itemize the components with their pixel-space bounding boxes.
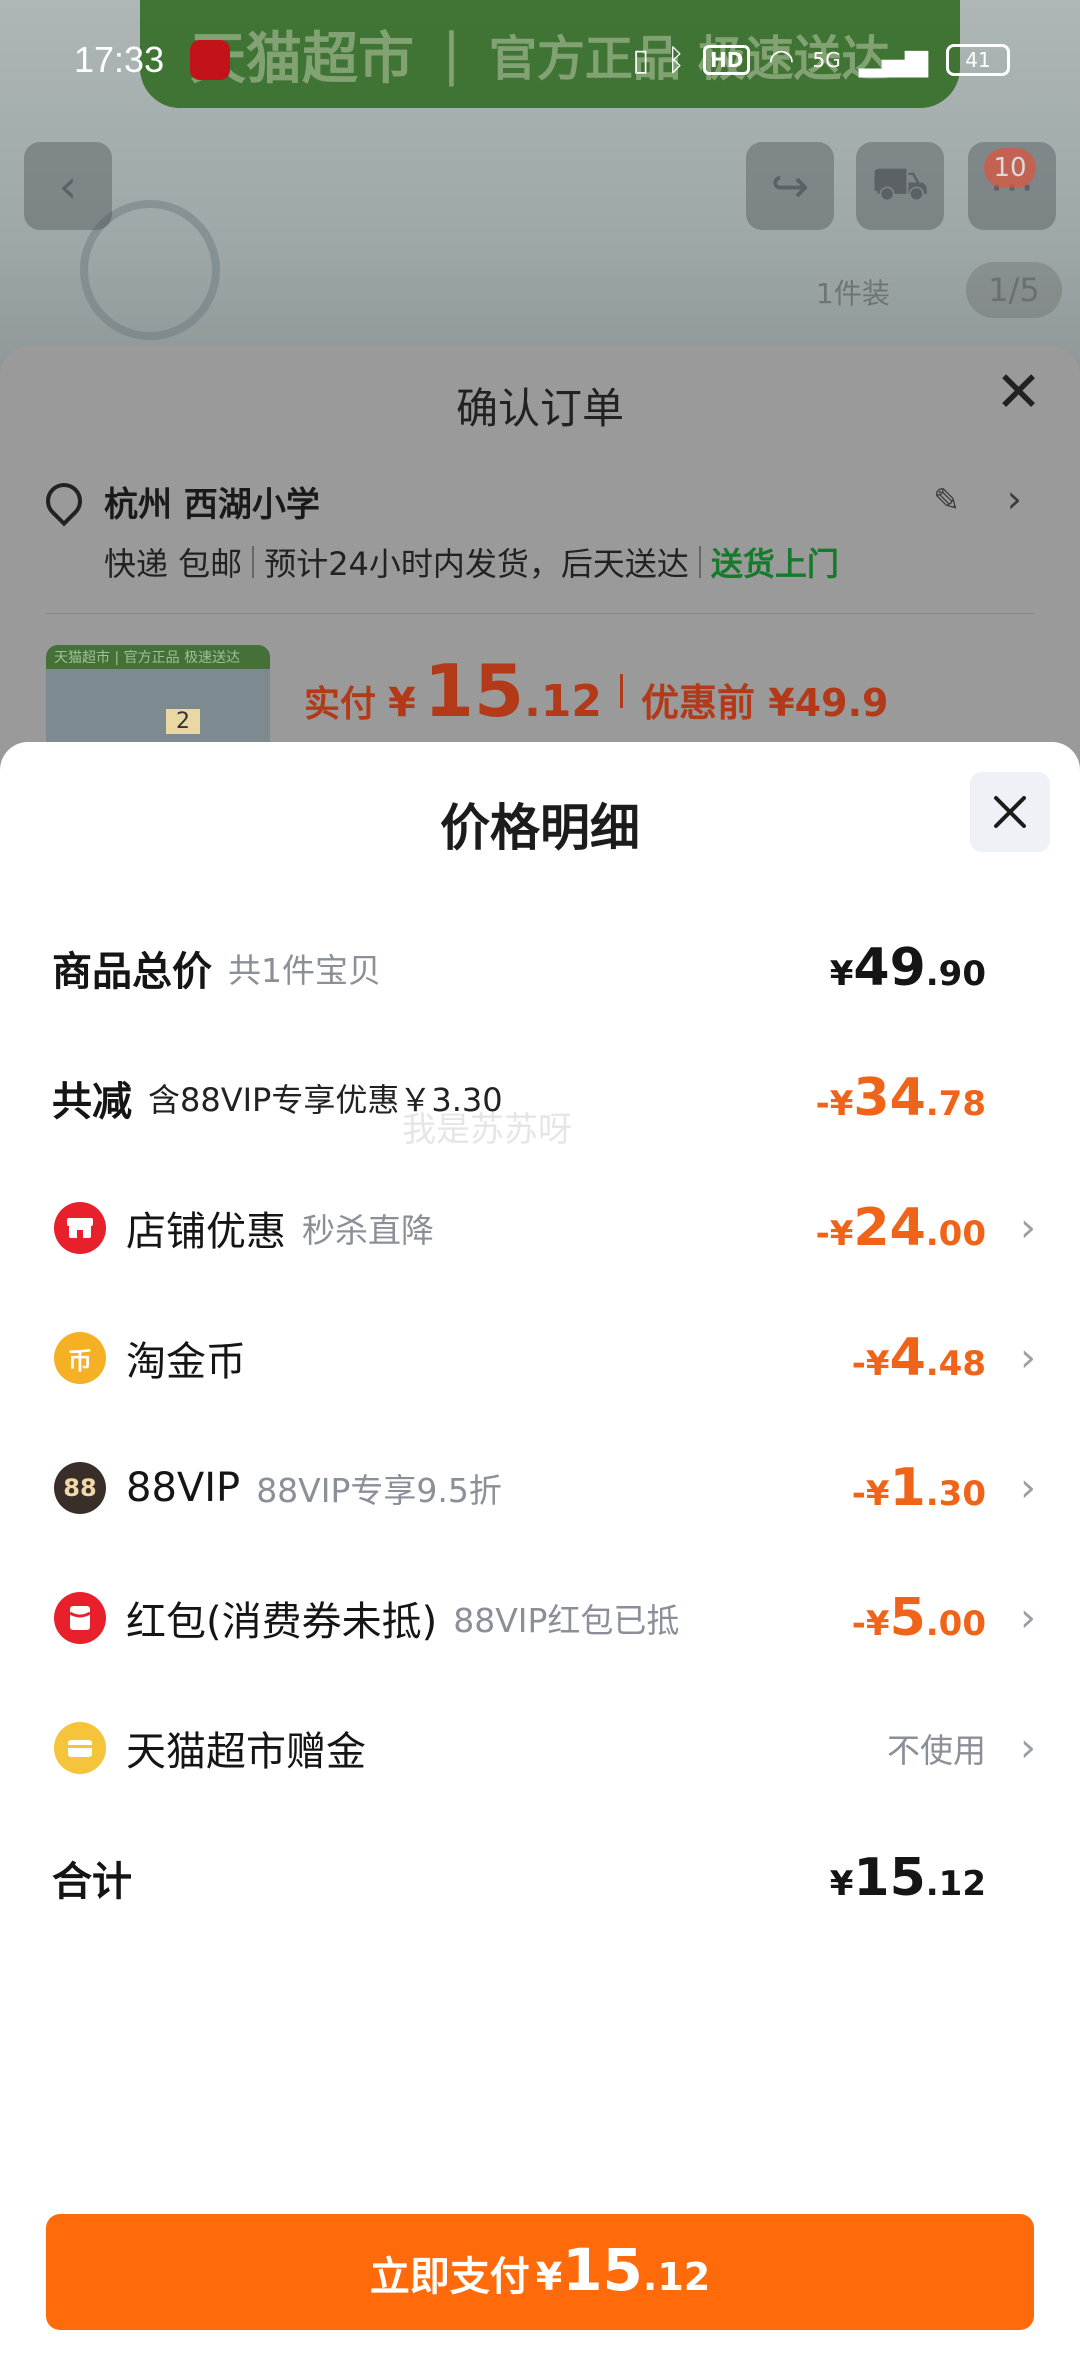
grand-total-row: 合计 ¥ 15 .12 bbox=[0, 1838, 1080, 1918]
order-sheet-title: 确认订单 bbox=[455, 384, 624, 433]
location-pin-icon bbox=[38, 475, 90, 527]
cart-icon[interactable]: ⛟ bbox=[856, 142, 944, 230]
cart-badge: 10 bbox=[984, 148, 1036, 188]
chevron-right-icon: › bbox=[1020, 1205, 1036, 1251]
confirm-order-sheet: 确认订单 ✕ 杭州 西湖小学 ✎ › 快递 包邮 预计24小时内发货，后天送达 … bbox=[0, 345, 1080, 765]
image-counter: 1/5 bbox=[966, 262, 1062, 318]
shop-discount-label: 店铺优惠 bbox=[126, 1209, 286, 1255]
delivery-tag: 送货上门 bbox=[710, 545, 839, 583]
paid-label: 实付 bbox=[304, 684, 377, 725]
vip-label: 88VIP bbox=[126, 1465, 241, 1511]
watermark: 我是苏苏呀 bbox=[402, 1110, 572, 1150]
shipping-info: 快递 包邮 预计24小时内发货，后天送达 送货上门 bbox=[104, 539, 839, 585]
chevron-right-icon: › bbox=[1020, 1465, 1036, 1511]
vip-row[interactable]: 88 88VIP 88VIP专享9.5折 -¥ 1 .30 › bbox=[0, 1448, 1080, 1528]
close-button[interactable] bbox=[970, 772, 1050, 852]
red-packet-label: 红包(消费券未抵) bbox=[126, 1599, 438, 1645]
red-packet-row[interactable]: 红包(消费券未抵) 88VIP红包已抵 -¥ 5 .00 › bbox=[0, 1578, 1080, 1658]
red-packet-sub: 88VIP红包已抵 bbox=[453, 1601, 680, 1640]
taojinbi-label: 淘金币 bbox=[126, 1339, 246, 1385]
pay-now-button[interactable]: 立即支付 ¥ 15 .12 bbox=[46, 2214, 1034, 2330]
close-icon[interactable]: ✕ bbox=[995, 365, 1042, 421]
thumb-badge: 2 bbox=[166, 709, 200, 734]
order-price: 实付 ¥ 15 .12 优惠前 ¥49.9 bbox=[304, 649, 889, 733]
gift-balance-row[interactable]: 天猫超市赠金 不使用 › bbox=[0, 1708, 1080, 1788]
shop-discount-sub: 秒杀直降 bbox=[302, 1211, 434, 1250]
wifi-icon: ◠ bbox=[768, 42, 795, 78]
price-before-discount: 优惠前 ¥49.9 bbox=[641, 681, 889, 725]
goods-total-row: 商品总价 共1件宝贝 ¥ 49 .90 bbox=[0, 928, 1080, 1008]
shipping-eta: 预计24小时内发货，后天送达 bbox=[264, 545, 689, 583]
chevron-right-icon: › bbox=[1020, 1595, 1036, 1641]
total-discount-amount: -¥ 34 .78 bbox=[815, 1068, 986, 1128]
goods-total-label: 商品总价 bbox=[52, 949, 212, 995]
shop-icon bbox=[54, 1202, 106, 1254]
back-icon[interactable]: ‹ bbox=[24, 142, 112, 230]
pay-button-label: 立即支付 bbox=[369, 2254, 530, 2300]
goods-total-amount: ¥ 49 .90 bbox=[829, 938, 986, 998]
grand-total-label: 合计 bbox=[52, 1859, 132, 1905]
shop-discount-amount: -¥ 24 .00 bbox=[815, 1198, 986, 1258]
shipping-method: 快递 包邮 bbox=[104, 545, 243, 583]
gift-balance-value: 不使用 bbox=[887, 1731, 986, 1770]
goods-count: 共1件宝贝 bbox=[228, 951, 381, 990]
hd-icon: HD bbox=[703, 45, 751, 75]
gift-card-icon bbox=[54, 1722, 106, 1774]
close-icon bbox=[994, 796, 1026, 828]
battery-icon: 41 bbox=[946, 44, 1010, 76]
sheet-title: 价格明细 bbox=[440, 799, 640, 857]
chevron-right-icon: › bbox=[1020, 1335, 1036, 1381]
total-discount-label: 共减 bbox=[52, 1079, 132, 1125]
bluetooth-icon: ᛒ bbox=[667, 42, 686, 78]
vip-sub: 88VIP专享9.5折 bbox=[256, 1471, 502, 1510]
share-icon[interactable]: ↪ bbox=[746, 142, 834, 230]
divider bbox=[46, 613, 1034, 614]
status-time: 17:33 bbox=[74, 39, 165, 80]
vibrate-icon: ▯ bbox=[632, 42, 650, 78]
status-bar: 17:33 ▯ ᛒ HD ◠ 5G ▂▄▆ 41 bbox=[0, 0, 1080, 120]
delivery-address[interactable]: 杭州 西湖小学 bbox=[104, 477, 320, 526]
vip-icon: 88 bbox=[54, 1462, 106, 1514]
vip-amount: -¥ 1 .30 bbox=[851, 1458, 986, 1518]
taojinbi-amount: -¥ 4 .48 bbox=[851, 1328, 986, 1388]
chevron-right-icon[interactable]: › bbox=[1007, 477, 1022, 521]
edit-pencil-icon[interactable]: ✎ bbox=[933, 481, 960, 519]
red-packet-icon bbox=[54, 1592, 106, 1644]
coin-icon: 币 bbox=[54, 1332, 106, 1384]
chevron-right-icon: › bbox=[1020, 1725, 1036, 1771]
tmall-notification-icon bbox=[190, 40, 231, 80]
red-packet-amount: -¥ 5 .00 bbox=[851, 1588, 986, 1648]
shop-discount-row[interactable]: 店铺优惠 秒杀直降 -¥ 24 .00 › bbox=[0, 1188, 1080, 1268]
taojinbi-row[interactable]: 币 淘金币 -¥ 4 .48 › bbox=[0, 1318, 1080, 1398]
thumb-strip: 天猫超市 | 官方正品 极速送达 bbox=[46, 645, 270, 669]
pack-label: 1件装 bbox=[816, 277, 890, 310]
price-detail-sheet: 价格明细 商品总价 共1件宝贝 ¥ 49 .90 共减 含88VIP专享优惠￥3… bbox=[0, 742, 1080, 2376]
network-label: 5G bbox=[812, 48, 841, 72]
signal-icon: ▂▄▆ bbox=[858, 42, 928, 78]
grand-total-amount: ¥ 15 .12 bbox=[829, 1848, 986, 1908]
gift-balance-label: 天猫超市赠金 bbox=[126, 1729, 366, 1775]
